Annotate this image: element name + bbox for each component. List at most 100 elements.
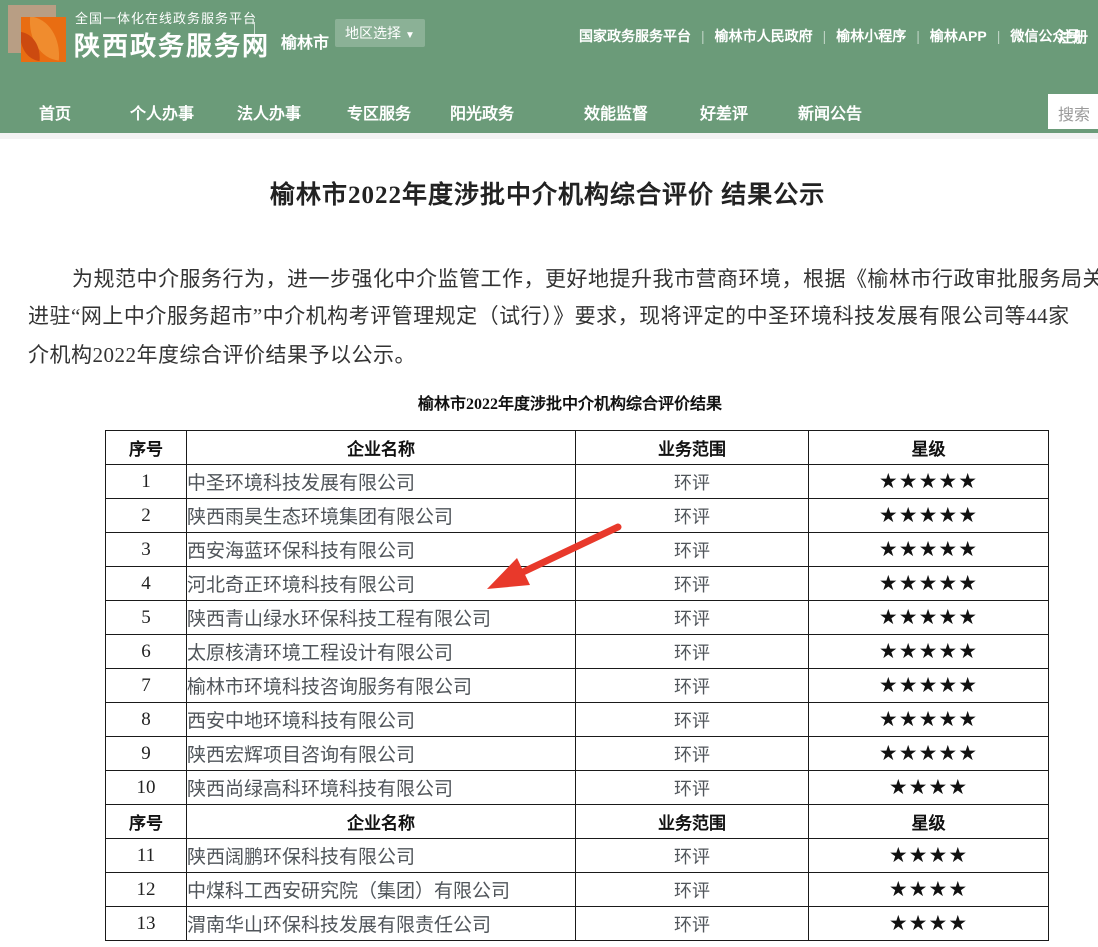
cell-company-name: 陕西雨昊生态环境集团有限公司 [187, 499, 576, 533]
table-row: 9陕西宏辉项目咨询有限公司环评★★★★★ [106, 737, 1049, 771]
column-header: 业务范围 [576, 805, 809, 839]
header-link[interactable]: 榆林小程序 [836, 26, 906, 46]
header-link[interactable]: 榆林市人民政府 [715, 26, 813, 46]
cell-star-rating: ★★★★ [809, 839, 1049, 873]
search-input[interactable]: 搜索 [1058, 101, 1090, 125]
paragraph-line: 为规范中介服务行为，进一步强化中介监管工作，更好地提升我市营商环境，根据《榆林市… [72, 263, 1098, 293]
cell-company-name: 陕西尚绿高科环境科技有限公司 [187, 771, 576, 805]
site-logo[interactable] [8, 5, 68, 65]
table-header-row: 序号企业名称业务范围星级 [106, 805, 1049, 839]
cell-序号: 12 [106, 873, 187, 907]
cell-star-rating: ★★★★★ [809, 567, 1049, 601]
cell-company-name: 陕西青山绿水环保科技工程有限公司 [187, 601, 576, 635]
cell-business-scope: 环评 [576, 601, 809, 635]
table-row: 4河北奇正环境科技有限公司环评★★★★★ [106, 567, 1049, 601]
column-header: 序号 [106, 805, 187, 839]
table-row: 5陕西青山绿水环保科技工程有限公司环评★★★★★ [106, 601, 1049, 635]
results-table: 序号企业名称业务范围星级1中圣环境科技发展有限公司环评★★★★★2陕西雨昊生态环… [105, 430, 1049, 941]
table-row: 8西安中地环境科技有限公司环评★★★★★ [106, 703, 1049, 737]
cell-序号: 2 [106, 499, 187, 533]
cell-序号: 9 [106, 737, 187, 771]
current-city-label: 榆林市 [281, 29, 329, 53]
page: 全国一体化在线政务服务平台 陕西政务服务网 榆林市 地区选择 ▼ 国家政务服务平台… [0, 0, 1098, 947]
register-link[interactable]: 注册 [1058, 26, 1088, 47]
header-link-separator: | [916, 28, 920, 44]
cell-business-scope: 环评 [576, 465, 809, 499]
cell-company-name: 河北奇正环境科技有限公司 [187, 567, 576, 601]
logo-orange-square [21, 17, 66, 62]
cell-star-rating: ★★★★★ [809, 703, 1049, 737]
cell-business-scope: 环评 [576, 703, 809, 737]
cell-company-name: 西安海蓝环保科技有限公司 [187, 533, 576, 567]
cell-序号: 3 [106, 533, 187, 567]
nav-item[interactable]: 效能监督 [584, 100, 648, 124]
results-table-body: 序号企业名称业务范围星级1中圣环境科技发展有限公司环评★★★★★2陕西雨昊生态环… [106, 431, 1049, 941]
table-row: 10陕西尚绿高科环境科技有限公司环评★★★★ [106, 771, 1049, 805]
paragraph-line: 进驻“网上中介服务超市”中介机构考评管理规定（试行）》要求，现将评定的中圣环境科… [28, 300, 1070, 330]
cell-序号: 8 [106, 703, 187, 737]
cell-company-name: 中圣环境科技发展有限公司 [187, 465, 576, 499]
nav-item[interactable]: 个人办事 [130, 100, 194, 124]
search-box[interactable]: 搜索 [1048, 94, 1098, 129]
page-title: 榆林市2022年度涉批中介机构综合评价 结果公示 [270, 175, 825, 211]
region-select-button[interactable]: 地区选择 ▼ [335, 19, 425, 47]
cell-序号: 13 [106, 907, 187, 941]
table-row: 12中煤科工西安研究院（集团）有限公司环评★★★★ [106, 873, 1049, 907]
cell-star-rating: ★★★★★ [809, 465, 1049, 499]
header-links: 国家政务服务平台|榆林市人民政府|榆林小程序|榆林APP|微信公众号 [579, 26, 1080, 46]
cell-business-scope: 环评 [576, 873, 809, 907]
region-select-label: 地区选择 [345, 25, 401, 41]
platform-label: 全国一体化在线政务服务平台 [75, 8, 257, 27]
cell-business-scope: 环评 [576, 907, 809, 941]
header-link[interactable]: 榆林APP [930, 26, 987, 46]
cell-business-scope: 环评 [576, 771, 809, 805]
column-header: 序号 [106, 431, 187, 465]
cell-company-name: 陕西宏辉项目咨询有限公司 [187, 737, 576, 771]
nav-item[interactable]: 阳光政务 [450, 100, 514, 124]
cell-star-rating: ★★★★ [809, 771, 1049, 805]
paragraph-line: 介机构2022年度综合评价结果予以公示。 [28, 339, 416, 369]
site-name: 陕西政务服务网 [74, 26, 270, 63]
cell-company-name: 陕西阔鹏环保科技有限公司 [187, 839, 576, 873]
column-header: 企业名称 [187, 431, 576, 465]
main-nav: 首页 个人办事 法人办事 专区服务 阳光政务 效能监督 好差评 新闻公告 [0, 82, 1098, 133]
cell-business-scope: 环评 [576, 567, 809, 601]
cell-序号: 4 [106, 567, 187, 601]
cell-star-rating: ★★★★★ [809, 499, 1049, 533]
header-link-separator: | [823, 28, 827, 44]
nav-item[interactable]: 法人办事 [237, 100, 301, 124]
chevron-down-icon: ▼ [405, 30, 415, 41]
header-link[interactable]: 国家政务服务平台 [579, 26, 691, 46]
nav-item[interactable]: 专区服务 [347, 100, 411, 124]
cell-company-name: 榆林市环境科技咨询服务有限公司 [187, 669, 576, 703]
table-header-row: 序号企业名称业务范围星级 [106, 431, 1049, 465]
cell-star-rating: ★★★★★ [809, 533, 1049, 567]
cell-star-rating: ★★★★★ [809, 601, 1049, 635]
cell-序号: 7 [106, 669, 187, 703]
header-link-separator: | [701, 28, 705, 44]
cell-company-name: 西安中地环境科技有限公司 [187, 703, 576, 737]
cell-序号: 5 [106, 601, 187, 635]
column-header: 企业名称 [187, 805, 576, 839]
cell-company-name: 太原核清环境工程设计有限公司 [187, 635, 576, 669]
cell-star-rating: ★★★★★ [809, 669, 1049, 703]
cell-序号: 1 [106, 465, 187, 499]
table-row: 3西安海蓝环保科技有限公司环评★★★★★ [106, 533, 1049, 567]
table-row: 13渭南华山环保科技发展有限责任公司环评★★★★ [106, 907, 1049, 941]
table-row: 11陕西阔鹏环保科技有限公司环评★★★★ [106, 839, 1049, 873]
nav-item[interactable]: 好差评 [700, 100, 748, 124]
table-row: 7榆林市环境科技咨询服务有限公司环评★★★★★ [106, 669, 1049, 703]
column-header: 星级 [809, 805, 1049, 839]
nav-item[interactable]: 首页 [39, 100, 71, 124]
cell-序号: 10 [106, 771, 187, 805]
cell-business-scope: 环评 [576, 669, 809, 703]
header-link-separator: | [997, 28, 1001, 44]
nav-item[interactable]: 新闻公告 [798, 100, 862, 124]
cell-star-rating: ★★★★★ [809, 737, 1049, 771]
subnav-strip [0, 133, 1098, 139]
table-row: 1中圣环境科技发展有限公司环评★★★★★ [106, 465, 1049, 499]
cell-business-scope: 环评 [576, 737, 809, 771]
cell-star-rating: ★★★★★ [809, 635, 1049, 669]
site-header: 全国一体化在线政务服务平台 陕西政务服务网 榆林市 地区选择 ▼ 国家政务服务平台… [0, 0, 1098, 133]
table-caption: 榆林市2022年度涉批中介机构综合评价结果 [418, 390, 722, 414]
